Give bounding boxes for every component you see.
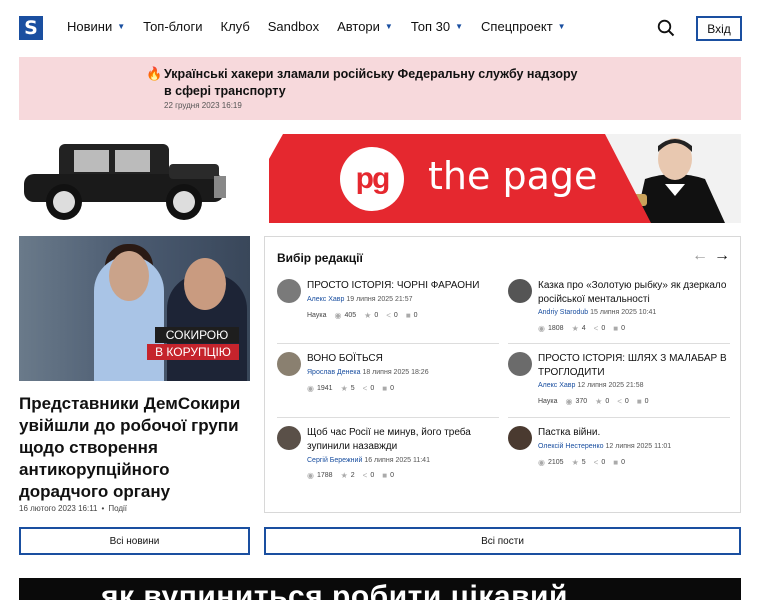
logo-letter: S <box>24 16 38 39</box>
site-logo[interactable]: S <box>19 16 43 40</box>
car-image <box>24 144 226 220</box>
nav-item-authors[interactable]: Автори ▼ <box>337 19 393 34</box>
editors-choice-panel: Вибір редакції ← → ПРОСТО ІСТОРІЯ: ЧОРНІ… <box>264 236 741 513</box>
comment-icon: ■ <box>405 311 411 320</box>
post-title[interactable]: ПРОСТО ІСТОРІЯ: ЧОРНІ ФАРАОНИ <box>307 279 499 293</box>
ad-accent <box>605 134 651 223</box>
comment-icon: ■ <box>613 324 619 333</box>
avatar[interactable] <box>508 352 532 376</box>
ad-banner[interactable]: pg the page <box>19 134 741 223</box>
avatar[interactable] <box>277 426 301 450</box>
divider <box>508 417 730 418</box>
list-item[interactable]: Пастка війни. Олексій Нестеренко 12 липн… <box>508 426 730 486</box>
share-icon: < <box>617 397 622 406</box>
feature-article-meta: 16 лютого 2023 16:11 • Події <box>19 504 128 513</box>
comment-icon: ■ <box>613 458 619 467</box>
site-header: S Новини ▼ Топ-блоги Клуб Sandbox Автори ▼… <box>0 0 760 58</box>
avatar[interactable] <box>277 352 301 376</box>
search-icon[interactable] <box>657 19 675 37</box>
breaking-news-time: 22 грудня 2023 16:19 <box>164 101 242 110</box>
main-nav: Новини ▼ Топ-блоги Клуб Sandbox Автори ▼ Т… <box>67 19 584 34</box>
feature-article-image[interactable]: СОКИРОЮ В КОРУПЦІЮ <box>19 236 250 381</box>
star-icon: ★ <box>364 311 372 320</box>
ad-car-image <box>19 134 269 223</box>
star-icon: ★ <box>340 471 348 480</box>
share-icon: < <box>593 324 599 333</box>
breaking-news-banner[interactable]: 🔥 Українські хакери зламали російську Фе… <box>19 57 741 120</box>
post-title[interactable]: ПРОСТО ІСТОРІЯ: ШЛЯХ З МАЛАБАР В ТРОГЛОД… <box>538 352 730 379</box>
post-title[interactable]: ВОНО БОЇТЬСЯ <box>307 352 499 366</box>
chevron-down-icon: ▼ <box>557 22 566 31</box>
divider <box>508 343 730 344</box>
author-link[interactable]: Ярослав Денека <box>307 369 360 376</box>
eye-icon: ◉ <box>538 458 545 467</box>
share-icon: < <box>362 471 368 480</box>
post-category[interactable]: Наука <box>538 398 557 405</box>
list-item[interactable]: ПРОСТО ІСТОРІЯ: ШЛЯХ З МАЛАБАР В ТРОГЛОД… <box>508 352 730 412</box>
author-link[interactable]: Олексій Нестеренко <box>538 443 604 450</box>
share-icon: < <box>386 311 391 320</box>
bottom-banner-text: як вупиниться робити цікавий <box>101 580 568 600</box>
comment-icon: ■ <box>382 471 388 480</box>
arrow-right-icon[interactable]: → <box>714 247 730 265</box>
divider <box>277 343 499 344</box>
star-icon: ★ <box>571 324 579 333</box>
author-link[interactable]: Алекс Хавр <box>307 296 344 303</box>
arrow-left-icon[interactable]: ← <box>692 247 708 265</box>
nav-item-news[interactable]: Новини ▼ <box>67 19 125 34</box>
ad-text: the page <box>428 154 598 198</box>
eye-icon: ◉ <box>307 471 314 480</box>
share-icon: < <box>593 458 599 467</box>
eye-icon: ◉ <box>334 311 342 320</box>
share-icon: < <box>362 384 368 393</box>
star-icon: ★ <box>340 384 348 393</box>
author-link[interactable]: Сергій Бережний <box>307 457 362 464</box>
feature-image-badge: СОКИРОЮ В КОРУПЦІЮ <box>147 327 247 365</box>
eye-icon: ◉ <box>565 397 573 406</box>
eye-icon: ◉ <box>307 384 314 393</box>
all-news-button[interactable]: Всі новини <box>19 527 250 555</box>
feature-article-title[interactable]: Представники ДемСокири увійшли до робочо… <box>19 393 250 503</box>
post-title[interactable]: Пастка війни. <box>538 426 730 440</box>
post-title[interactable]: Щоб час Росії не минув, його треба зупин… <box>307 426 499 453</box>
nav-item-sandbox[interactable]: Sandbox <box>268 19 319 34</box>
editors-choice-title: Вибір редакції <box>277 251 363 265</box>
author-link[interactable]: Andriy Starodub <box>538 309 588 316</box>
avatar[interactable] <box>277 279 301 303</box>
star-icon: ★ <box>571 458 579 467</box>
post-title[interactable]: Казка про «Золотую рыбку» як дзеркало ро… <box>538 279 730 306</box>
avatar[interactable] <box>508 279 532 303</box>
feature-category[interactable]: Події <box>108 504 127 513</box>
ad-logo: pg <box>340 147 404 211</box>
list-item[interactable]: ВОНО БОЇТЬСЯ Ярослав Денека 18 липня 202… <box>277 352 499 412</box>
author-link[interactable]: Алекс Хавр <box>538 382 575 389</box>
eye-icon: ◉ <box>538 324 545 333</box>
fire-icon: 🔥 <box>146 66 163 81</box>
bottom-promo-banner[interactable]: як вупиниться робити цікавий <box>19 578 741 600</box>
breaking-news-title[interactable]: Українські хакери зламали російську Феде… <box>164 66 584 100</box>
nav-item-top-blogs[interactable]: Топ-блоги <box>143 19 202 34</box>
all-posts-button[interactable]: Всі пости <box>264 527 741 555</box>
list-item[interactable]: Щоб час Росії не минув, його треба зупин… <box>277 426 499 486</box>
list-item[interactable]: ПРОСТО ІСТОРІЯ: ЧОРНІ ФАРАОНИ Алекс Хавр… <box>277 279 499 339</box>
divider <box>277 417 499 418</box>
chevron-down-icon: ▼ <box>384 22 393 31</box>
chevron-down-icon: ▼ <box>455 22 464 31</box>
ad-divider <box>233 134 283 223</box>
post-category[interactable]: Наука <box>307 312 326 319</box>
avatar[interactable] <box>508 426 532 450</box>
nav-item-special[interactable]: Спецпроект ▼ <box>481 19 566 34</box>
nav-item-club[interactable]: Клуб <box>221 19 250 34</box>
chevron-down-icon: ▼ <box>117 22 126 31</box>
nav-item-top30[interactable]: Топ 30 ▼ <box>411 19 463 34</box>
comment-icon: ■ <box>382 384 388 393</box>
star-icon: ★ <box>595 397 603 406</box>
login-button[interactable]: Вхід <box>696 16 742 41</box>
comment-icon: ■ <box>636 397 642 406</box>
list-item[interactable]: Казка про «Золотую рыбку» як дзеркало ро… <box>508 279 730 339</box>
